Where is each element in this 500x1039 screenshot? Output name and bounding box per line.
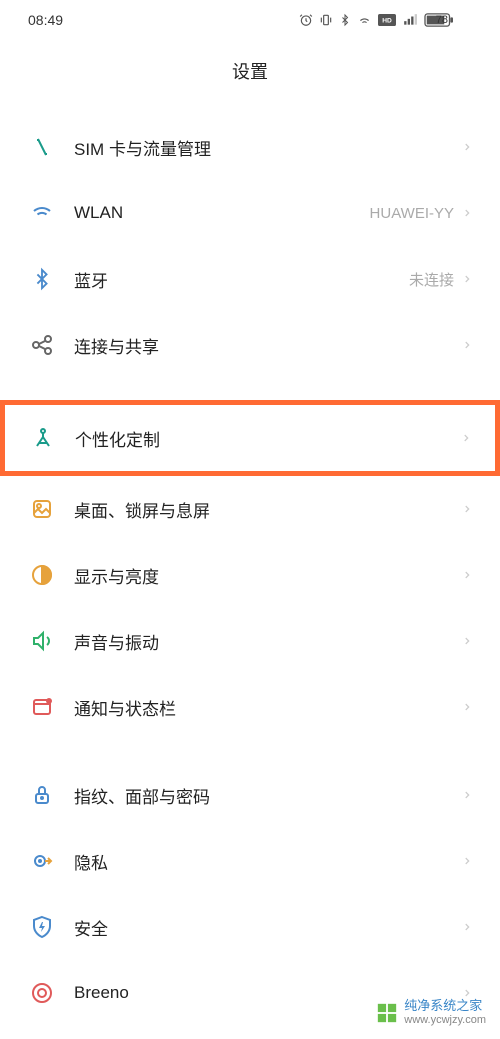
setting-item-desktop[interactable]: 桌面、锁屏与息屏	[24, 476, 476, 542]
chevron-right-icon	[462, 567, 472, 583]
item-label: 通知与状态栏	[74, 695, 462, 720]
setting-item-biometric[interactable]: 指纹、面部与密码	[24, 762, 476, 828]
chevron-right-icon	[462, 205, 472, 221]
wifi-icon	[28, 199, 56, 227]
setting-item-sound[interactable]: 声音与振动	[24, 608, 476, 674]
signal-icon	[402, 13, 418, 27]
battery-text: 78	[436, 14, 448, 26]
chevron-right-icon	[462, 139, 472, 155]
watermark: 纯净系统之家 www.ycwjzy.com	[376, 998, 486, 1027]
item-label: SIM 卡与流量管理	[74, 135, 462, 160]
item-label: 连接与共享	[74, 333, 462, 358]
item-label: WLAN	[74, 203, 370, 223]
page-title: 设置	[0, 40, 500, 114]
setting-item-wlan[interactable]: WLAN HUAWEI-YY	[24, 180, 476, 246]
bluetooth-icon	[28, 265, 56, 293]
lock-icon	[28, 781, 56, 809]
chevron-right-icon	[462, 853, 472, 869]
chevron-right-icon	[461, 430, 471, 446]
chevron-right-icon	[462, 337, 472, 353]
chevron-right-icon	[462, 919, 472, 935]
sharing-icon	[28, 331, 56, 359]
item-value: 未连接	[409, 269, 454, 290]
svg-text:HD: HD	[382, 17, 392, 24]
hd-icon: HD	[378, 14, 396, 26]
setting-item-bluetooth[interactable]: 蓝牙 未连接	[24, 246, 476, 312]
item-label: 声音与振动	[74, 629, 462, 654]
privacy-icon	[28, 847, 56, 875]
security-icon	[28, 913, 56, 941]
breeno-icon	[28, 979, 56, 1007]
status-time: 08:49	[28, 12, 63, 28]
setting-item-security[interactable]: 安全	[24, 894, 476, 960]
wifi-status-icon	[357, 13, 372, 27]
item-value: HUAWEI-YY	[370, 205, 454, 222]
display-icon	[28, 561, 56, 589]
desktop-icon	[28, 495, 56, 523]
setting-item-sim[interactable]: SIM 卡与流量管理	[24, 114, 476, 180]
notification-icon	[28, 693, 56, 721]
item-label: 安全	[74, 915, 462, 940]
item-label: 隐私	[74, 849, 462, 874]
watermark-logo-icon	[376, 1002, 398, 1024]
sim-icon	[28, 133, 56, 161]
watermark-brand: 纯净系统之家	[404, 998, 486, 1014]
setting-item-sharing[interactable]: 连接与共享	[24, 312, 476, 378]
chevron-right-icon	[462, 787, 472, 803]
chevron-right-icon	[462, 271, 472, 287]
item-label: 显示与亮度	[74, 563, 462, 588]
item-label: 个性化定制	[75, 426, 461, 451]
alarm-icon	[299, 13, 313, 27]
status-icons: HD 78	[299, 13, 472, 27]
item-label: 指纹、面部与密码	[74, 783, 462, 808]
setting-item-privacy[interactable]: 隐私	[24, 828, 476, 894]
settings-list: SIM 卡与流量管理 WLAN HUAWEI-YY 蓝牙 未连接 连接与共享 个…	[0, 114, 500, 1026]
status-bar: 08:49 HD 78	[0, 0, 500, 40]
bluetooth-status-icon	[339, 13, 351, 27]
item-label: 桌面、锁屏与息屏	[74, 497, 462, 522]
chevron-right-icon	[462, 633, 472, 649]
setting-item-display[interactable]: 显示与亮度	[24, 542, 476, 608]
vibrate-icon	[319, 13, 333, 27]
chevron-right-icon	[462, 699, 472, 715]
setting-item-personalization[interactable]: 个性化定制	[0, 400, 500, 476]
setting-item-notification[interactable]: 通知与状态栏	[24, 674, 476, 740]
personalization-icon	[29, 424, 57, 452]
chevron-right-icon	[462, 501, 472, 517]
sound-icon	[28, 627, 56, 655]
watermark-url: www.ycwjzy.com	[404, 1014, 486, 1027]
item-label: 蓝牙	[74, 267, 409, 292]
